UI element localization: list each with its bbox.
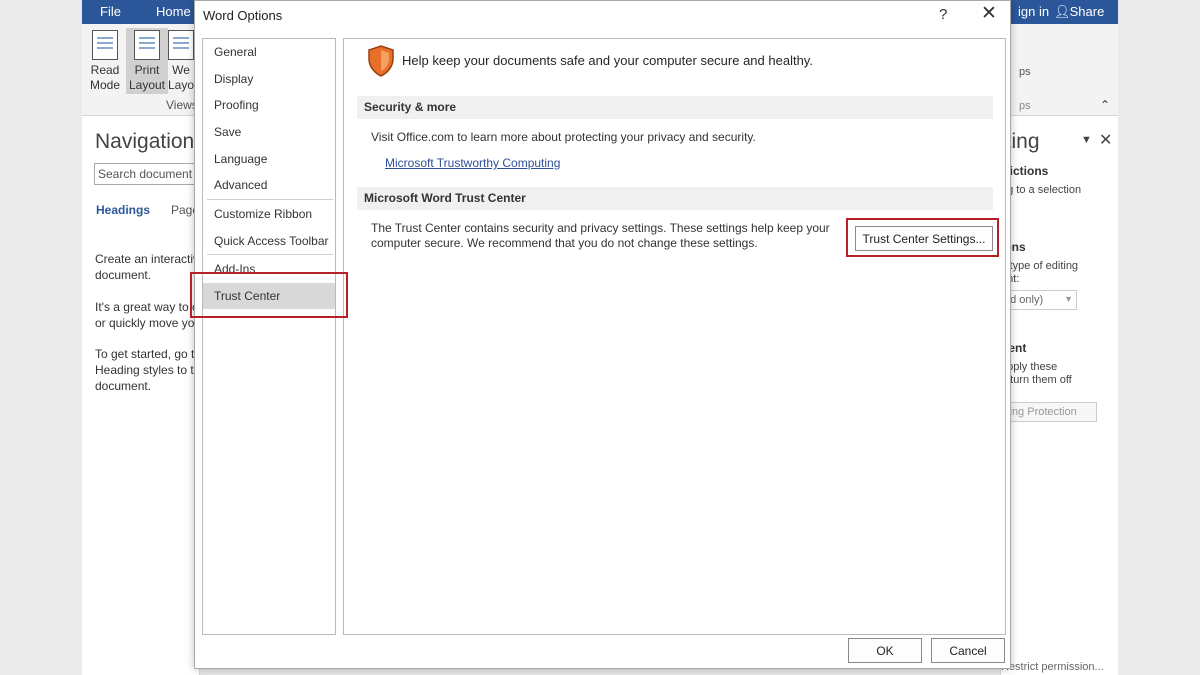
tab-headings[interactable]: Headings: [96, 203, 150, 217]
nav-help-text: It's a great way to c or quickly move yo: [95, 300, 198, 330]
category-trust-center[interactable]: Trust Center: [203, 283, 335, 309]
ribbon-group-label: ps: [1019, 66, 1031, 78]
ok-button[interactable]: OK: [848, 638, 922, 663]
sign-in-link[interactable]: ign in: [1018, 4, 1049, 19]
nav-help-text: To get started, go to Heading styles to …: [95, 347, 201, 393]
trust-center-panel: Help keep your documents safe and your c…: [343, 38, 1006, 635]
category-language[interactable]: Language: [203, 146, 335, 172]
trust-center-section-text: The Trust Center contains security and p…: [371, 221, 830, 250]
category-quick-access-toolbar[interactable]: Quick Access Toolbar: [203, 228, 335, 254]
shield-icon: [368, 45, 394, 77]
person-icon: 👤︎: [1054, 4, 1071, 19]
share-label: Share: [1069, 4, 1105, 19]
ribbon-group-label: ps: [1019, 100, 1031, 112]
security-section-heading: Security & more: [357, 96, 993, 119]
category-proofing[interactable]: Proofing: [203, 92, 335, 118]
category-general[interactable]: General: [203, 39, 335, 65]
category-divider: [207, 199, 333, 200]
category-display[interactable]: Display: [203, 66, 335, 92]
dialog-title: Word Options: [203, 8, 283, 23]
read-mode-button[interactable]: Read Mode: [84, 28, 126, 94]
trust-intro-text: Help keep your documents safe and your c…: [402, 53, 813, 68]
nav-search-input[interactable]: Search document: [94, 163, 204, 185]
chevron-down-icon: ▼: [1064, 294, 1073, 304]
editing-type-select[interactable]: ad only) ▼: [1001, 290, 1077, 310]
start-protection-button[interactable]: cing Protection: [1001, 402, 1097, 422]
word-options-dialog: Word Options ? ✕ General Display Proofin…: [194, 0, 1011, 669]
web-layout-label: We Layo: [168, 63, 194, 92]
tab-file[interactable]: File: [100, 4, 121, 19]
category-advanced[interactable]: Advanced: [203, 172, 335, 198]
navigation-title: Navigation: [95, 130, 195, 153]
close-icon[interactable]: ✕: [978, 2, 1000, 26]
navigation-pane: Navigation Search document Headings Page…: [82, 116, 204, 675]
restrict-editing-pane: iting ▼ ✕ trictions ng to a selection io…: [1000, 116, 1118, 675]
print-layout-button[interactable]: Print Layout: [126, 28, 168, 94]
restrict-section-text: s type of editing ent:: [1001, 260, 1079, 285]
trustworthy-computing-link[interactable]: Microsoft Trustworthy Computing: [385, 156, 560, 170]
share-button[interactable]: 👤︎ Share: [1054, 4, 1104, 20]
category-customize-ribbon[interactable]: Customize Ribbon: [203, 201, 335, 227]
restrict-section-text: apply these n turn them off: [1001, 361, 1072, 386]
read-mode-label: Read Mode: [89, 63, 121, 92]
close-pane-icon[interactable]: ✕: [1099, 130, 1112, 150]
category-save[interactable]: Save: [203, 119, 335, 145]
print-layout-label: Print Layout: [128, 63, 166, 92]
trust-center-settings-button[interactable]: Trust Center Settings...: [855, 226, 993, 251]
restrict-permission-link[interactable]: Restrict permission...: [1001, 661, 1104, 673]
nav-help-text: Create an interactiv document.: [95, 252, 200, 282]
tab-home[interactable]: Home: [156, 4, 191, 19]
help-button[interactable]: ?: [939, 6, 947, 23]
trust-center-section-heading: Microsoft Word Trust Center: [357, 187, 993, 210]
options-category-list: General Display Proofing Save Language A…: [202, 38, 336, 635]
security-section-text: Visit Office.com to learn more about pro…: [371, 130, 756, 144]
category-divider: [207, 254, 333, 255]
collapse-ribbon-icon[interactable]: ⌃: [1100, 98, 1110, 112]
cancel-button[interactable]: Cancel: [931, 638, 1005, 663]
restrict-section-text: ng to a selection: [1001, 184, 1082, 196]
web-layout-button[interactable]: We Layo: [168, 28, 194, 94]
print-layout-icon: [134, 30, 160, 60]
pane-options-icon[interactable]: ▼: [1081, 134, 1092, 146]
web-layout-icon: [168, 30, 194, 60]
category-add-ins[interactable]: Add-Ins: [203, 256, 335, 282]
read-mode-icon: [92, 30, 118, 60]
